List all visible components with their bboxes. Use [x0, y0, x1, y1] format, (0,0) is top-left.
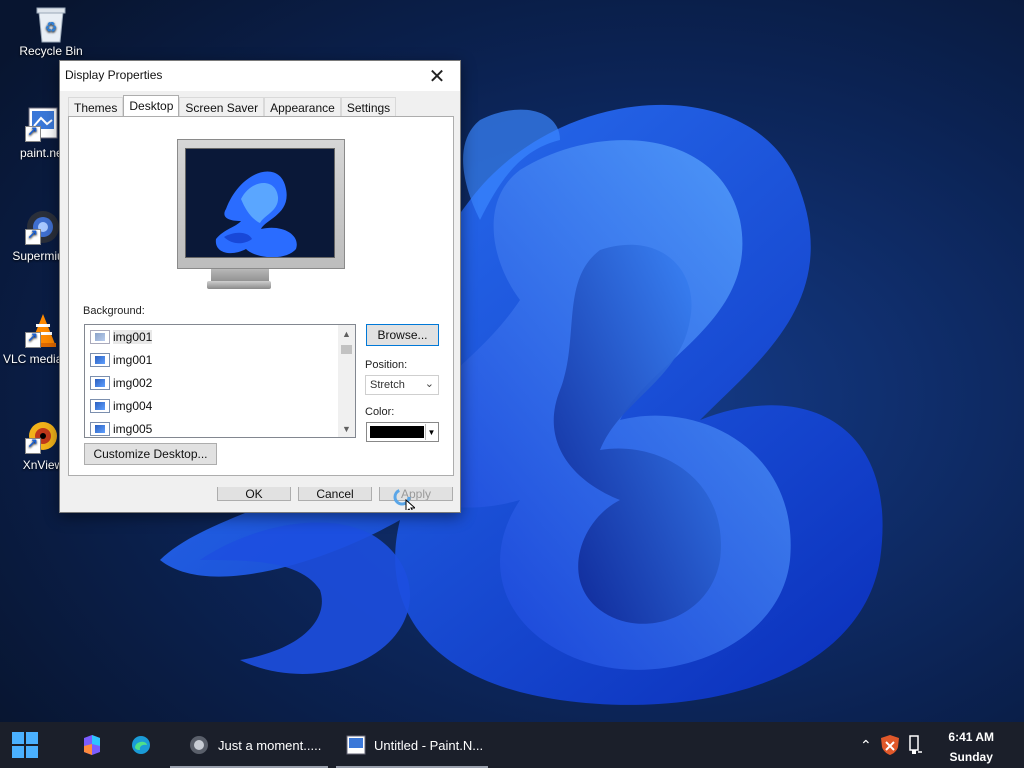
desktop-icon-recycle-bin[interactable]: ♻ Recycle Bin: [11, 4, 91, 58]
list-item[interactable]: img001: [85, 348, 355, 371]
shield-icon: [881, 735, 899, 755]
tray-usb-button[interactable]: [906, 722, 928, 768]
vlc-icon: [25, 312, 61, 348]
tab-appearance[interactable]: Appearance: [264, 97, 341, 117]
taskbar-clock[interactable]: 6:41 AM Sunday: [948, 727, 994, 767]
color-swatch: [370, 426, 424, 438]
chevron-down-icon: ⌄: [424, 378, 434, 390]
chevron-up-icon: ⌃: [860, 736, 872, 753]
dialog-title: Display Properties: [65, 68, 163, 82]
tab-themes[interactable]: Themes: [68, 97, 124, 117]
taskbar-app-title: Untitled - Paint.N...: [374, 737, 484, 753]
taskbar-app-title: Just a moment.....: [218, 737, 322, 753]
list-item-label: img002: [113, 375, 153, 390]
scroll-up-arrow-icon[interactable]: ▲: [338, 325, 355, 342]
clock-day: Sunday: [949, 750, 993, 764]
busy-cursor-icon: [393, 488, 415, 510]
shortcut-arrow-icon: [25, 124, 41, 142]
desktop-tab-panel: Background: img001 img001 img002 img004 …: [68, 116, 454, 476]
supermium-icon: [25, 209, 61, 245]
list-item-label: img004: [113, 398, 153, 413]
tab-settings[interactable]: Settings: [340, 97, 397, 117]
tray-security-button[interactable]: [880, 722, 902, 768]
listbox-scrollbar[interactable]: ▲ ▼: [338, 325, 355, 437]
background-listbox[interactable]: img001 img001 img002 img004 img005 ▲ ▼: [84, 324, 356, 438]
dropdown-arrow-icon: ▼: [425, 424, 437, 440]
taskbar-app-paint-net[interactable]: Untitled - Paint.N...: [336, 722, 488, 768]
shortcut-arrow-icon: [25, 436, 41, 454]
position-label: Position:: [365, 359, 408, 371]
paint-net-icon: [346, 735, 366, 755]
browser-icon: [190, 736, 208, 754]
close-button[interactable]: ✕: [414, 61, 460, 91]
position-value: Stretch: [370, 379, 405, 391]
display-properties-dialog: Display Properties ✕ Themes Desktop Scre…: [59, 60, 461, 513]
apply-button[interactable]: Apply: [379, 487, 453, 501]
dialog-titlebar[interactable]: Display Properties ✕: [60, 61, 460, 91]
list-item-label: img001: [113, 329, 153, 344]
shortcut-arrow-icon: [25, 227, 41, 245]
svg-text:♻: ♻: [45, 19, 58, 35]
browse-button[interactable]: Browse...: [366, 324, 439, 346]
copilot-button[interactable]: [79, 722, 105, 768]
clock-time: 6:41 AM: [948, 730, 994, 744]
tab-screen-saver[interactable]: Screen Saver: [179, 97, 265, 117]
image-file-icon: [90, 352, 110, 367]
image-file-icon: [90, 329, 110, 344]
tab-strip: Themes Desktop Screen Saver Appearance S…: [68, 95, 397, 117]
cancel-button[interactable]: Cancel: [298, 487, 372, 501]
position-select[interactable]: Stretch ⌄: [365, 375, 439, 395]
xnview-icon: [25, 418, 61, 454]
tab-desktop[interactable]: Desktop: [123, 95, 180, 117]
image-file-icon: [90, 375, 110, 390]
usb-drive-icon: [909, 735, 922, 754]
edge-icon: [132, 736, 150, 754]
taskbar: Just a moment..... Untitled - Paint.N...…: [0, 722, 1024, 768]
shortcut-arrow-icon: [25, 330, 41, 348]
close-icon: ✕: [428, 65, 446, 88]
color-picker-button[interactable]: ▼: [366, 422, 439, 442]
background-label: Background:: [83, 305, 145, 317]
wallpaper-preview: [185, 148, 335, 258]
color-label: Color:: [365, 406, 395, 418]
list-item[interactable]: img002: [85, 371, 355, 394]
recycle-bin-icon: ♻: [33, 4, 69, 43]
desktop-icon-label: Recycle Bin: [19, 44, 83, 58]
image-file-icon: [90, 421, 110, 436]
monitor-base: [207, 281, 271, 289]
windows-logo-icon: [12, 732, 38, 758]
image-file-icon: [90, 398, 110, 413]
list-item-label: img001: [113, 352, 153, 367]
monitor-preview: [177, 139, 345, 269]
edge-button[interactable]: [131, 722, 153, 768]
start-button[interactable]: [10, 722, 40, 768]
list-item[interactable]: img005: [85, 417, 355, 437]
scroll-down-arrow-icon[interactable]: ▼: [338, 420, 355, 437]
copilot-icon: [84, 735, 100, 755]
list-item-label: img005: [113, 421, 153, 436]
paint-net-icon: [25, 106, 61, 142]
list-item[interactable]: img004: [85, 394, 355, 417]
tray-overflow-button[interactable]: ⌃: [860, 722, 876, 768]
ok-button[interactable]: OK: [217, 487, 291, 501]
taskbar-app-browser[interactable]: Just a moment.....: [170, 722, 328, 768]
scrollbar-thumb[interactable]: [341, 345, 352, 354]
customize-desktop-button[interactable]: Customize Desktop...: [84, 443, 217, 465]
list-item[interactable]: img001: [85, 325, 355, 348]
